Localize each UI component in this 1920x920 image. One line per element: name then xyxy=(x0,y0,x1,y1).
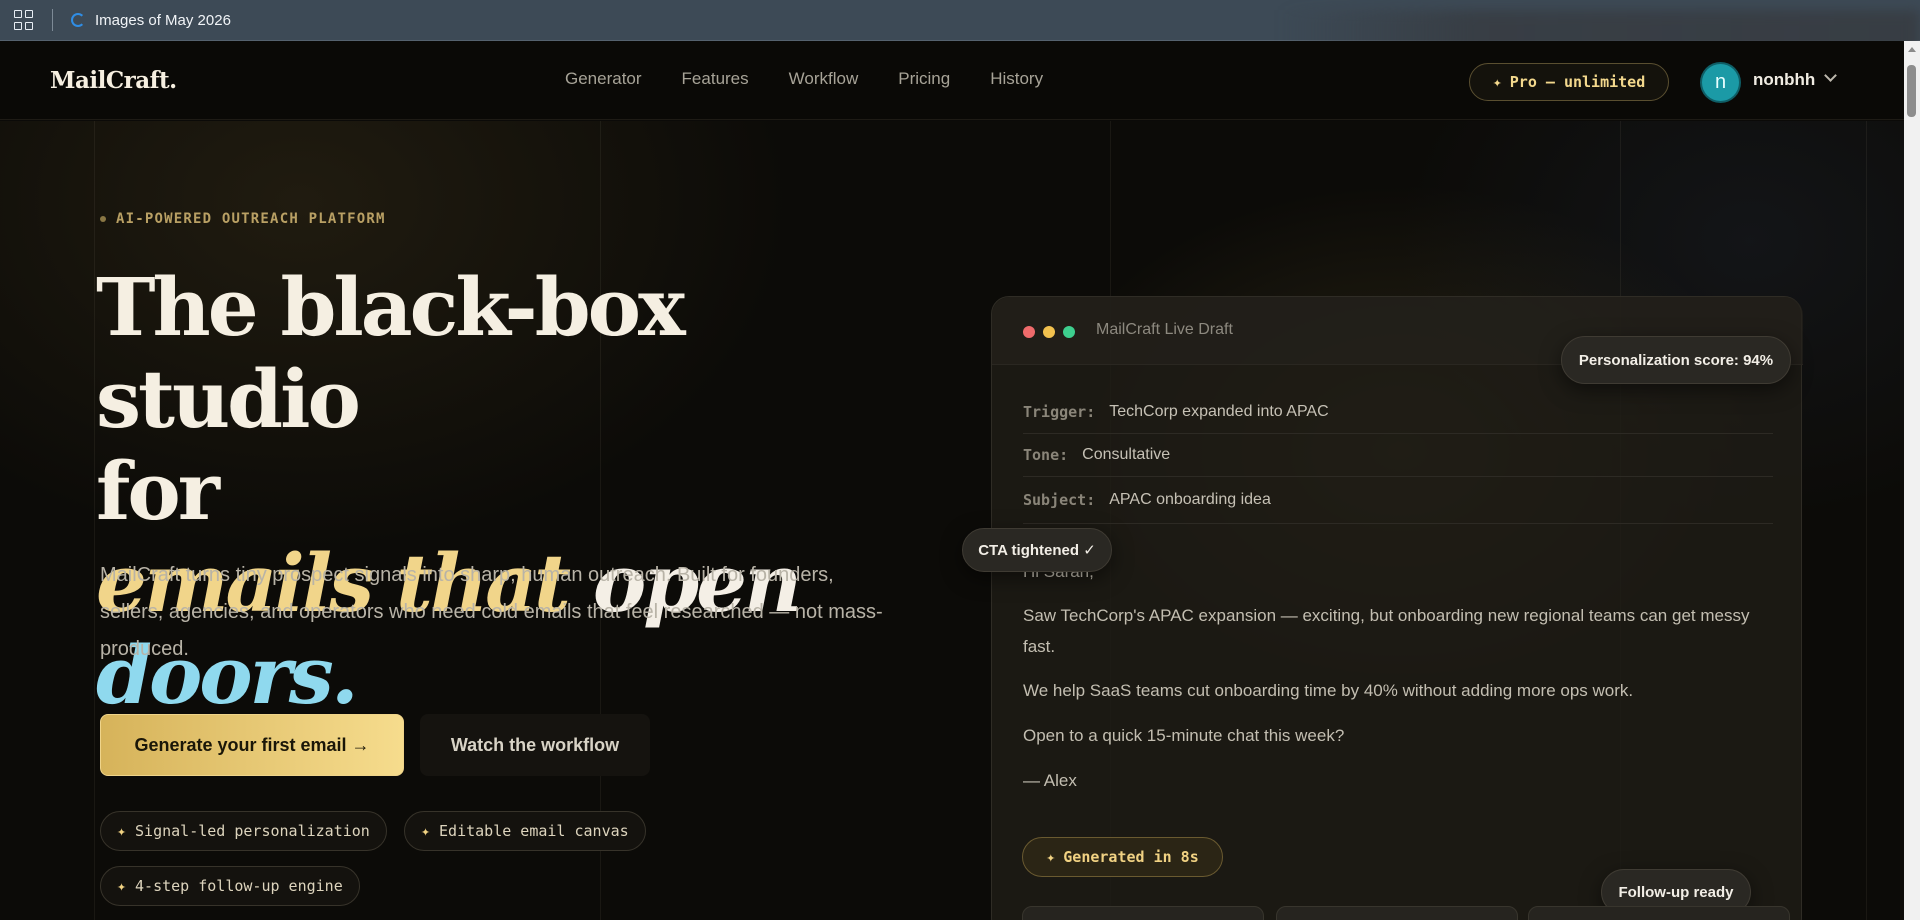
personalization-score-badge: Personalization score: 94% xyxy=(1561,336,1791,384)
main-nav: Generator Features Workflow Pricing Hist… xyxy=(565,69,1043,89)
feature-chip-canvas: ✦ Editable email canvas xyxy=(404,811,646,851)
feature-chip-followup: ✦ 4-step follow-up engine xyxy=(100,866,360,906)
pro-plan-label: Pro — unlimited xyxy=(1509,73,1646,91)
feature-chip-personalization: ✦ Signal-led personalization xyxy=(100,811,387,851)
headline-line-1: The black-box studio xyxy=(96,260,686,446)
subject-field: Subject: APAC onboarding idea xyxy=(1023,477,1773,524)
live-draft-card: MailCraft Live Draft Trigger: TechCorp e… xyxy=(991,296,1803,920)
tone-field: Tone: Consultative xyxy=(1023,434,1773,477)
email-greeting: Hi Sarah, xyxy=(1023,556,1773,587)
field-key: Tone: xyxy=(1023,446,1069,464)
nav-workflow[interactable]: Workflow xyxy=(789,69,859,89)
bookmark-icon xyxy=(71,13,85,27)
watch-workflow-button[interactable]: Watch the workflow xyxy=(420,714,650,776)
hero-description: MailCraft turns tiny prospect signals in… xyxy=(100,564,883,660)
logo[interactable]: MailCraft. xyxy=(50,67,177,94)
feature-chip-label: Editable email canvas xyxy=(439,822,629,840)
generated-time-label: Generated in 8s xyxy=(1063,848,1199,866)
chevron-down-icon[interactable] xyxy=(1824,69,1837,82)
field-value: APAC onboarding idea xyxy=(1109,491,1271,508)
app-header: MailCraft. Generator Features Workflow P… xyxy=(0,41,1904,120)
sparkle-icon: ✦ xyxy=(421,822,431,840)
avatar[interactable]: n xyxy=(1702,64,1739,101)
sparkle-icon: ✦ xyxy=(1046,848,1056,866)
username[interactable]: nonbhh xyxy=(1753,70,1815,90)
eyebrow: AI-POWERED OUTREACH PLATFORM xyxy=(100,211,386,227)
feature-chip-label: 4-step follow-up engine xyxy=(135,877,343,895)
sparkle-icon: ✦ xyxy=(117,822,127,840)
window-dot-red-icon xyxy=(1023,326,1035,338)
hero-section: AI-POWERED OUTREACH PLATFORM The black-b… xyxy=(0,121,1904,920)
card-action-tab[interactable] xyxy=(1528,906,1790,920)
nav-pricing[interactable]: Pricing xyxy=(898,69,950,89)
page-scrollbar[interactable] xyxy=(1904,41,1920,920)
cta-tightened-badge: CTA tightened ✓ xyxy=(962,528,1112,572)
headline-line-2: for xyxy=(96,444,220,538)
field-value: TechCorp expanded into APAC xyxy=(1109,403,1329,420)
scroll-thumb[interactable] xyxy=(1907,65,1916,117)
eyebrow-text: AI-POWERED OUTREACH PLATFORM xyxy=(116,211,386,227)
email-paragraph: Open to a quick 15-minute chat this week… xyxy=(1023,726,1345,745)
window-dot-yellow-icon xyxy=(1043,326,1055,338)
generate-email-button[interactable]: Generate your first email → xyxy=(100,714,404,776)
browser-bookmarks-bar: Images of May 2026 xyxy=(0,0,1920,64)
email-paragraph: Saw TechCorp's APAC expansion — exciting… xyxy=(1023,606,1750,656)
grid-line xyxy=(1866,121,1867,920)
email-paragraph: We help SaaS teams cut onboarding time b… xyxy=(1023,681,1634,700)
generated-time-badge: ✦ Generated in 8s xyxy=(1022,837,1223,877)
field-key: Trigger: xyxy=(1023,403,1096,421)
nav-features[interactable]: Features xyxy=(682,69,749,89)
apps-grid-icon[interactable] xyxy=(14,10,34,30)
pro-plan-badge[interactable]: ✦ Pro — unlimited xyxy=(1469,63,1669,101)
card-action-tab[interactable] xyxy=(1276,906,1518,920)
sparkle-icon: ✦ xyxy=(1492,73,1502,91)
card-action-tab[interactable] xyxy=(1022,906,1264,920)
card-title: MailCraft Live Draft xyxy=(1096,321,1233,338)
sparkle-icon: ✦ xyxy=(117,877,127,895)
feature-chip-label: Signal-led personalization xyxy=(135,822,370,840)
bookmark-link[interactable]: Images of May 2026 xyxy=(95,12,231,29)
email-signature: — Alex xyxy=(1023,771,1077,790)
field-value: Consultative xyxy=(1082,446,1171,463)
window-dot-green-icon xyxy=(1063,326,1075,338)
field-key: Subject: xyxy=(1023,491,1096,509)
trigger-field: Trigger: TechCorp expanded into APAC xyxy=(1023,391,1773,434)
bar-separator xyxy=(52,9,53,31)
nav-generator[interactable]: Generator xyxy=(565,69,642,89)
nav-history[interactable]: History xyxy=(990,69,1043,89)
grid-line xyxy=(94,121,95,920)
scroll-up-arrow-icon[interactable] xyxy=(1908,47,1916,52)
dot-icon xyxy=(100,216,106,222)
